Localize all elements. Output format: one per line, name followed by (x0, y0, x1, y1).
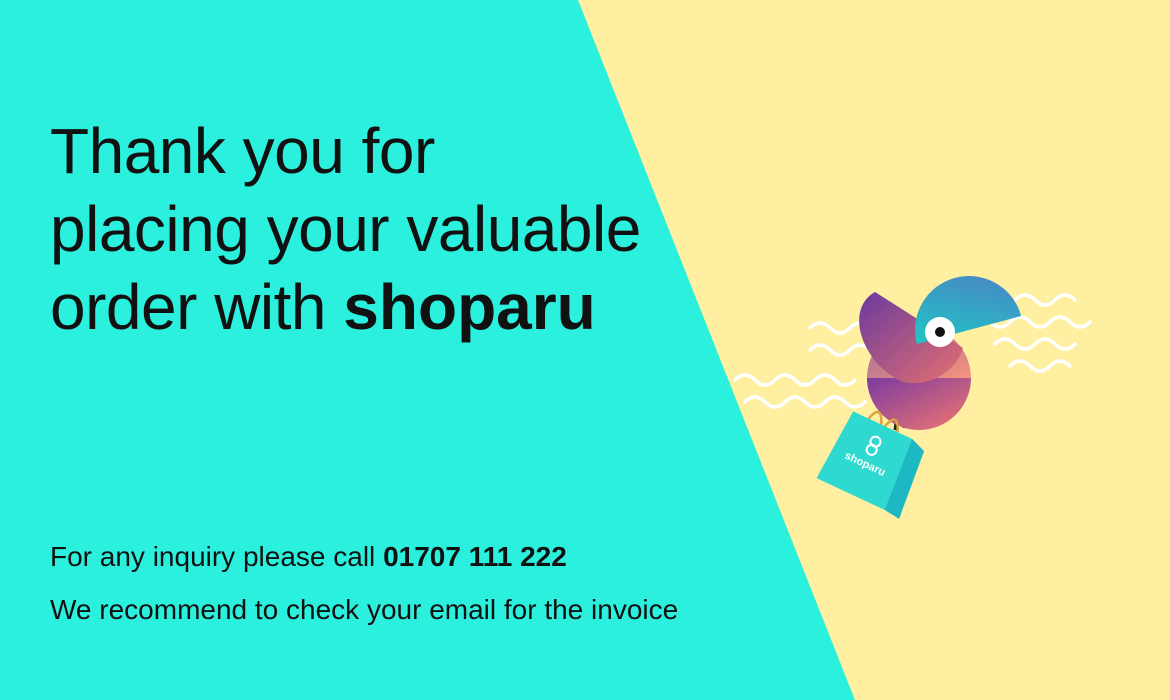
email-note: We recommend to check your email for the… (50, 594, 679, 625)
thank-you-headline: Thank you for placing your valuable orde… (50, 112, 641, 346)
bird-eye-icon (925, 317, 955, 347)
headline-line-3: order with (50, 271, 327, 343)
headline-line-2: placing your valuable (50, 193, 641, 265)
bird-mascot-illustration: shoparu (733, 276, 1092, 519)
bird-head (915, 276, 1022, 344)
phone-number: 01707 111 222 (383, 541, 567, 572)
inquiry-prefix: For any inquiry please call (50, 541, 376, 572)
brand-name: shoparu (343, 271, 596, 343)
headline-line-1: Thank you for (50, 115, 435, 187)
inquiry-text: For any inquiry please call 01707 111 22… (50, 541, 567, 573)
